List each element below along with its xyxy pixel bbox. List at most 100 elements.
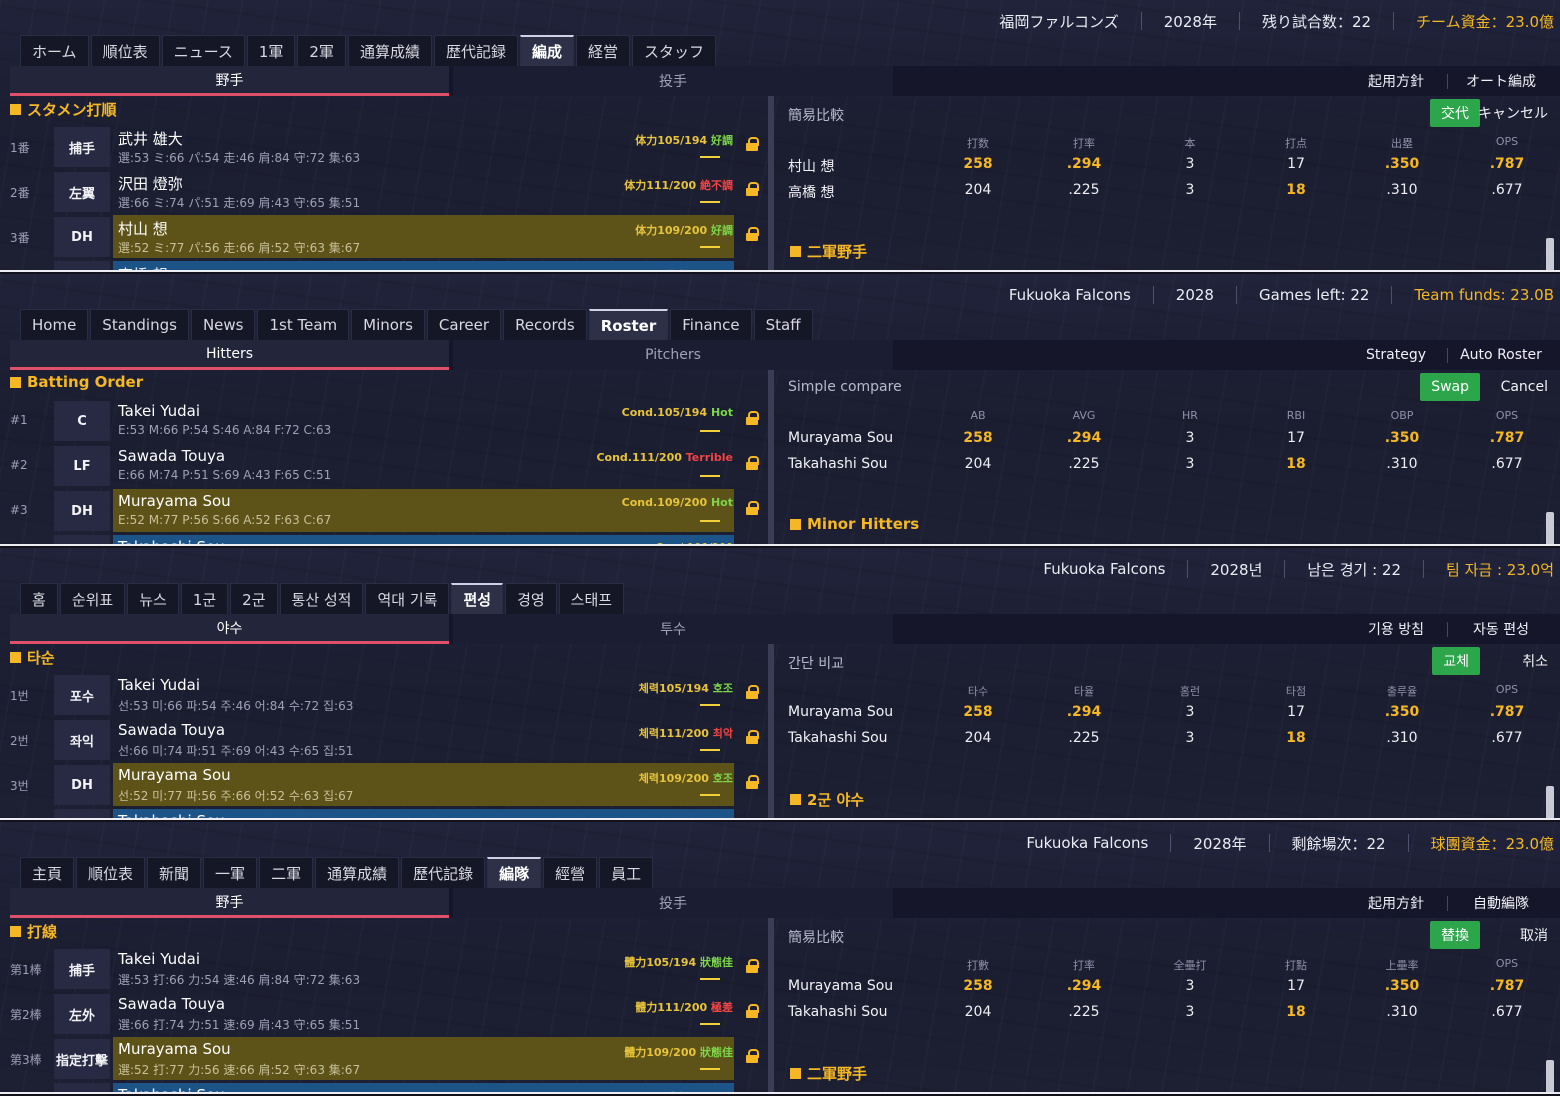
batting-row[interactable]: #2 LF Sawada Touya E:66 M:74 P:51 S:69 A:43… [0, 444, 770, 487]
tab-6[interactable]: Records [503, 309, 587, 340]
position-label[interactable]: 指定打擊 [54, 1039, 110, 1079]
tab-7[interactable]: 편성 [451, 583, 504, 614]
strategy-button[interactable]: 起用方針 [1354, 66, 1448, 96]
auto-roster-button[interactable]: Auto Roster [1448, 340, 1554, 370]
compare-scrollbar[interactable] [1546, 1060, 1554, 1092]
lock-icon[interactable] [745, 1049, 759, 1063]
player-card[interactable]: Sawada Touya 選:66 打:74 力:51 速:69 肩:43 守:6… [113, 992, 734, 1035]
tab-9[interactable]: 員工 [599, 857, 654, 888]
next-player-row[interactable]: Takahashi Sou Cond.100/200 [113, 535, 734, 544]
batting-row[interactable]: 第3棒 指定打擊 Murayama Sou 選:52 打:77 力:56 速:66 肩… [0, 1037, 770, 1080]
tab-5[interactable]: 通算成績 [347, 35, 432, 66]
tab-4[interactable]: 2군 [230, 583, 278, 614]
tab-9[interactable]: スタッフ [632, 35, 717, 66]
player-card[interactable]: 沢田 燈弥 選:66 ミ:74 パ:51 走:69 肩:43 守:65 集:51 体… [113, 170, 734, 213]
lineup-scrollbar[interactable] [768, 96, 774, 270]
cancel-button[interactable]: Cancel [1497, 373, 1552, 401]
tab-9[interactable]: 스태프 [558, 583, 625, 614]
player-card[interactable]: Takei Yudai 선:53 미:66 파:54 주:46 어:84 수:72… [113, 673, 734, 716]
position-label[interactable]: DH [54, 217, 110, 257]
position-label[interactable]: 포수 [54, 675, 110, 715]
player-card[interactable]: Takei Yudai 選:53 打:66 力:54 速:46 肩:84 守:72… [113, 947, 734, 990]
player-card[interactable]: Murayama Sou 選:52 打:77 力:56 速:66 肩:52 守:6… [113, 1037, 734, 1080]
position-label[interactable]: C [54, 401, 110, 441]
cancel-button[interactable]: 취소 [1518, 647, 1552, 675]
lock-icon[interactable] [745, 959, 759, 973]
tab-5[interactable]: 通算成績 [315, 857, 400, 888]
batting-row[interactable]: 3번 DH Murayama Sou 선:52 미:77 파:56 주:66 어:52… [0, 763, 770, 806]
strategy-button[interactable]: Strategy [1354, 340, 1448, 370]
batting-row[interactable]: 第2棒 左外 Sawada Touya 選:66 打:74 力:51 速:69 肩:4… [0, 992, 770, 1035]
compare-scrollbar[interactable] [1546, 786, 1554, 818]
auto-roster-button[interactable]: 자동 편성 [1448, 614, 1554, 644]
next-player-row[interactable]: Takahashi Sou 體力100/200 [113, 1083, 734, 1092]
position-label[interactable]: LF [54, 446, 110, 486]
player-card[interactable]: 武井 雄大 選:53 ミ:66 パ:54 走:46 肩:84 守:72 集:63 体… [113, 125, 734, 168]
hitters-tab[interactable]: 野手 [10, 66, 449, 96]
tab-4[interactable]: Minors [351, 309, 425, 340]
tab-6[interactable]: 歴代記録 [433, 35, 518, 66]
tab-0[interactable]: Home [20, 309, 89, 340]
lock-icon[interactable] [745, 182, 759, 196]
tab-6[interactable]: 역대 기록 [365, 583, 450, 614]
tab-1[interactable]: 順位表 [90, 35, 160, 66]
player-card[interactable]: Takei Yudai E:53 M:66 P:54 S:46 A:84 F:72… [113, 399, 734, 442]
pitchers-tab[interactable]: 投手 [453, 66, 893, 96]
tab-2[interactable]: 新聞 [147, 857, 202, 888]
lock-icon[interactable] [745, 227, 759, 241]
lock-icon[interactable] [745, 775, 759, 789]
position-label[interactable]: DH [54, 765, 110, 805]
pitchers-tab[interactable]: 投手 [453, 888, 893, 918]
tab-5[interactable]: 통산 성적 [279, 583, 364, 614]
cancel-button[interactable]: 取消 [1516, 921, 1552, 949]
hitters-tab[interactable]: 野手 [10, 888, 449, 918]
tab-1[interactable]: Standings [90, 309, 189, 340]
tab-1[interactable]: 순위표 [59, 583, 126, 614]
player-card[interactable]: Sawada Touya 선:66 미:74 파:51 주:69 어:43 수:6… [113, 718, 734, 761]
tab-9[interactable]: Staff [753, 309, 813, 340]
position-label[interactable]: 捕手 [54, 949, 110, 989]
batting-row[interactable]: 2번 좌익 Sawada Touya 선:66 미:74 파:51 주:69 어:43… [0, 718, 770, 761]
batting-row[interactable]: 3番 DH 村山 想選:52 ミ:77 パ:56 走:66 肩:52 守:63 集:… [0, 215, 770, 258]
player-card[interactable]: Murayama Sou E:52 M:77 P:56 S:66 A:52 F:6… [113, 489, 734, 532]
tab-0[interactable]: 홈 [20, 583, 58, 614]
tab-3[interactable]: 一軍 [203, 857, 258, 888]
tab-0[interactable]: 主頁 [20, 857, 75, 888]
lock-icon[interactable] [745, 1004, 759, 1018]
player-card[interactable]: Murayama Sou 선:52 미:77 파:56 주:66 어:52 수:6… [113, 763, 734, 806]
batting-row[interactable]: 1번 포수 Takei Yudai 선:53 미:66 파:54 주:46 어:84 … [0, 673, 770, 716]
strategy-button[interactable]: 기용 방침 [1354, 614, 1448, 644]
position-label[interactable]: 捕手 [54, 127, 110, 167]
swap-button[interactable]: 替換 [1430, 921, 1480, 949]
cancel-button[interactable]: キャンセル [1474, 99, 1552, 127]
tab-2[interactable]: News [190, 309, 256, 340]
batting-row[interactable]: #3 DH Murayama Sou E:52 M:77 P:56 S:66 A:52… [0, 489, 770, 532]
lock-icon[interactable] [745, 501, 759, 515]
tab-3[interactable]: 1군 [180, 583, 229, 614]
tab-8[interactable]: 経営 [575, 35, 630, 66]
player-card[interactable]: Sawada Touya E:66 M:74 P:51 S:69 A:43 F:6… [113, 444, 734, 487]
lineup-scrollbar[interactable] [768, 918, 774, 1092]
tab-4[interactable]: 2軍 [297, 35, 346, 66]
auto-roster-button[interactable]: オート編成 [1448, 66, 1554, 96]
tab-2[interactable]: ニュース [161, 35, 245, 66]
tab-0[interactable]: ホーム [20, 35, 89, 66]
batting-row[interactable]: #1 C Takei Yudai E:53 M:66 P:54 S:46 A:84 F… [0, 399, 770, 442]
tab-7[interactable]: 編隊 [487, 857, 542, 888]
hitters-tab[interactable]: Hitters [10, 340, 449, 370]
swap-button[interactable]: 交代 [1430, 99, 1480, 127]
tab-2[interactable]: 뉴스 [127, 583, 179, 614]
swap-button[interactable]: Swap [1420, 373, 1480, 401]
tab-8[interactable]: 경영 [505, 583, 557, 614]
tab-1[interactable]: 順位表 [76, 857, 146, 888]
next-player-row[interactable]: 高橋 想体力100/200 [113, 261, 734, 270]
strategy-button[interactable]: 起用方針 [1354, 888, 1448, 918]
tab-4[interactable]: 二軍 [259, 857, 314, 888]
pitchers-tab[interactable]: 투수 [453, 614, 893, 644]
lineup-scrollbar[interactable] [768, 370, 774, 544]
position-label[interactable]: 左翼 [54, 172, 110, 212]
lock-icon[interactable] [745, 456, 759, 470]
position-label[interactable]: 左外 [54, 994, 110, 1034]
tab-7[interactable]: 編成 [519, 35, 574, 66]
compare-scrollbar[interactable] [1546, 238, 1554, 270]
